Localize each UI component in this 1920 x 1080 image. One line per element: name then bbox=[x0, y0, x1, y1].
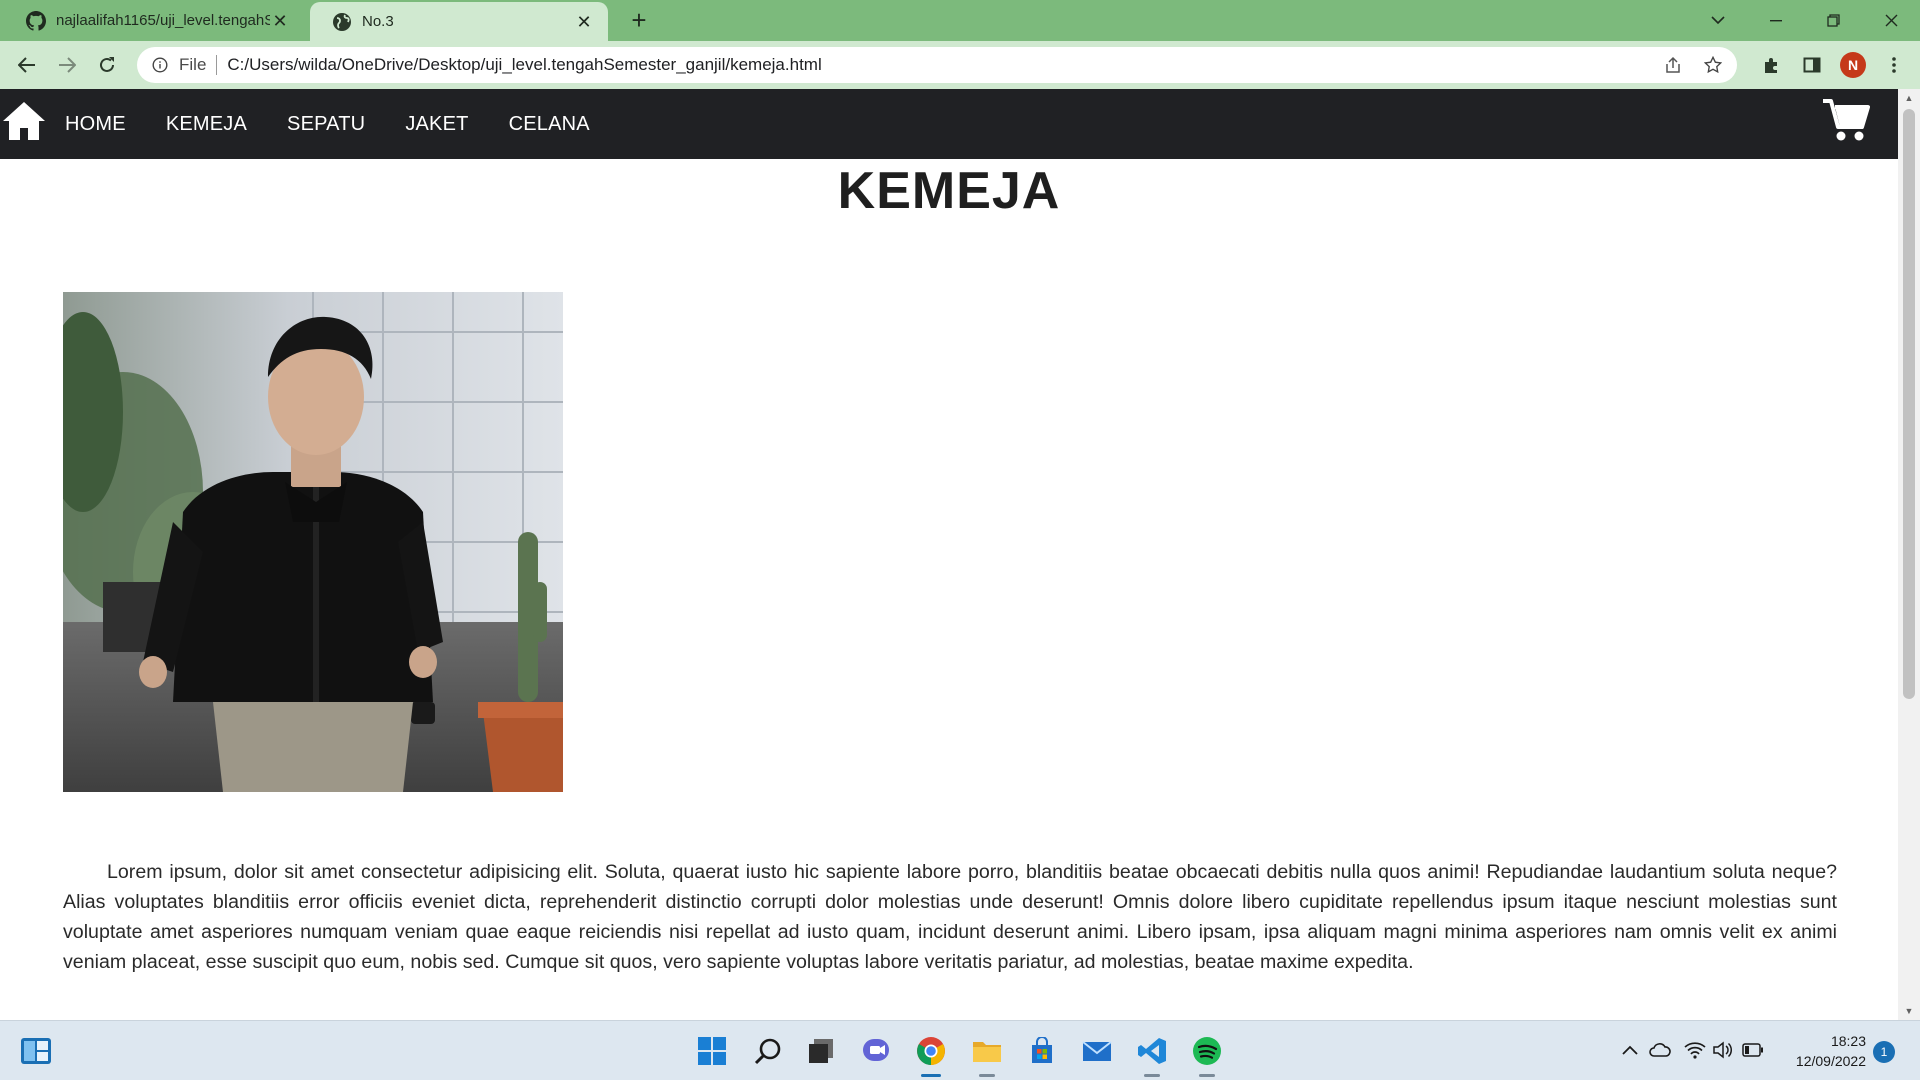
taskbar-clock[interactable]: 18:23 12/09/2022 bbox=[1776, 1031, 1866, 1071]
widgets-icon[interactable] bbox=[16, 1031, 56, 1071]
extensions-icon[interactable] bbox=[1756, 49, 1788, 81]
close-icon[interactable]: ✕ bbox=[270, 11, 290, 31]
profile-avatar[interactable]: N bbox=[1837, 49, 1869, 81]
close-icon[interactable]: ✕ bbox=[574, 12, 594, 32]
nav-link-home[interactable]: HOME bbox=[65, 113, 126, 136]
volume-icon[interactable] bbox=[1710, 1037, 1736, 1063]
scroll-up-arrow-icon[interactable]: ▲ bbox=[1898, 89, 1920, 107]
tab-title: najlaalifah1165/uji_level.tengahS bbox=[56, 12, 270, 29]
chevron-up-icon[interactable] bbox=[1617, 1037, 1643, 1063]
page-viewport: HOME KEMEJA SEPATU JAKET CELANA KEMEJA L… bbox=[0, 89, 1898, 1020]
close-window-button[interactable] bbox=[1866, 0, 1916, 41]
menu-kebab-icon[interactable] bbox=[1878, 49, 1910, 81]
product-description: Lorem ipsum, dolor sit amet consectetur … bbox=[63, 861, 1837, 973]
teams-chat-icon[interactable] bbox=[857, 1031, 897, 1071]
restore-button[interactable] bbox=[1808, 0, 1858, 41]
start-windows-icon[interactable] bbox=[692, 1031, 732, 1071]
search-icon[interactable] bbox=[748, 1031, 788, 1071]
share-icon[interactable] bbox=[1658, 47, 1688, 83]
chrome-icon[interactable] bbox=[911, 1031, 951, 1077]
browser-toolbar: File C:/Users/wilda/OneDrive/Desktop/uji… bbox=[0, 41, 1920, 89]
reload-button[interactable] bbox=[91, 49, 123, 81]
wifi-icon[interactable] bbox=[1682, 1037, 1708, 1063]
spotify-icon[interactable] bbox=[1187, 1031, 1227, 1077]
onedrive-cloud-icon[interactable] bbox=[1647, 1037, 1673, 1063]
nav-link-sepatu[interactable]: SEPATU bbox=[287, 113, 365, 136]
open-app-indicator bbox=[979, 1074, 995, 1077]
github-icon bbox=[26, 10, 46, 31]
globe-icon bbox=[333, 12, 351, 31]
scroll-thumb[interactable] bbox=[1903, 109, 1915, 699]
forward-button[interactable] bbox=[51, 49, 83, 81]
address-separator bbox=[216, 55, 218, 75]
task-view-icon[interactable] bbox=[801, 1031, 841, 1071]
active-app-indicator bbox=[921, 1074, 941, 1077]
tab-active[interactable]: No.3 ✕ bbox=[310, 2, 608, 41]
clock-date: 12/09/2022 bbox=[1795, 1053, 1866, 1069]
page-scrollbar[interactable]: ▲ ▼ bbox=[1898, 89, 1920, 1020]
open-app-indicator bbox=[1144, 1074, 1160, 1077]
minimize-button[interactable] bbox=[1751, 0, 1801, 41]
nav-links: HOME KEMEJA SEPATU JAKET CELANA bbox=[65, 89, 630, 159]
new-tab-button[interactable]: + bbox=[624, 6, 654, 36]
address-bar[interactable]: File C:/Users/wilda/OneDrive/Desktop/uji… bbox=[137, 47, 1737, 83]
file-explorer-icon[interactable] bbox=[967, 1031, 1007, 1077]
nav-link-celana[interactable]: CELANA bbox=[509, 113, 590, 136]
side-panel-icon[interactable] bbox=[1796, 49, 1828, 81]
nav-link-jaket[interactable]: JAKET bbox=[405, 113, 468, 136]
site-navbar: HOME KEMEJA SEPATU JAKET CELANA bbox=[0, 89, 1898, 159]
clock-time: 18:23 bbox=[1830, 1033, 1866, 1049]
avatar-initial: N bbox=[1840, 52, 1866, 78]
notification-badge[interactable]: 1 bbox=[1873, 1041, 1895, 1063]
tab-title: No.3 bbox=[362, 13, 394, 30]
battery-icon[interactable] bbox=[1740, 1037, 1766, 1063]
file-label: File bbox=[179, 55, 207, 74]
info-icon[interactable] bbox=[151, 56, 169, 74]
mail-icon[interactable] bbox=[1077, 1031, 1117, 1071]
microsoft-store-icon[interactable] bbox=[1022, 1031, 1062, 1071]
page-title: KEMEJA bbox=[837, 162, 1061, 220]
home-icon[interactable] bbox=[2, 99, 46, 143]
open-app-indicator bbox=[1199, 1074, 1215, 1077]
tab-search-chevron-icon[interactable] bbox=[1693, 0, 1743, 41]
nav-link-kemeja[interactable]: KEMEJA bbox=[166, 113, 247, 136]
url-text[interactable]: C:/Users/wilda/OneDrive/Desktop/uji_leve… bbox=[227, 55, 821, 75]
back-button[interactable] bbox=[11, 49, 43, 81]
browser-tab-bar: najlaalifah1165/uji_level.tengahS ✕ No.3… bbox=[0, 0, 1920, 41]
cart-icon[interactable] bbox=[1822, 97, 1870, 143]
tab-github[interactable]: najlaalifah1165/uji_level.tengahS ✕ bbox=[4, 0, 304, 41]
scroll-down-arrow-icon[interactable]: ▼ bbox=[1898, 1002, 1920, 1020]
vscode-icon[interactable] bbox=[1132, 1031, 1172, 1077]
windows-taskbar: 18:23 12/09/2022 1 bbox=[0, 1020, 1920, 1080]
bookmark-star-icon[interactable] bbox=[1698, 47, 1728, 83]
product-photo bbox=[63, 292, 563, 792]
